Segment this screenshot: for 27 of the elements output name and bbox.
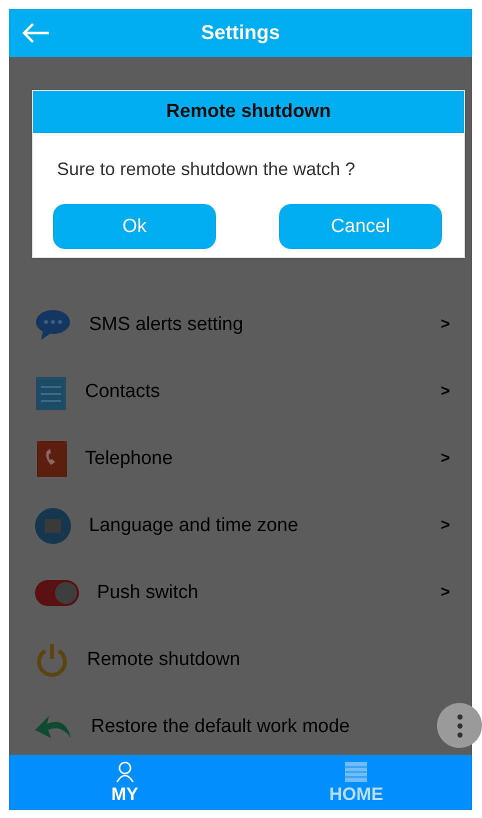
calendar-icon [35,508,71,544]
setting-label[interactable]: Remote shutdown [87,648,240,670]
setting-label[interactable]: Push switch [97,582,198,604]
person-icon [114,760,135,782]
chevron: > [440,516,450,534]
setting-label[interactable]: Contacts [85,380,160,402]
nav-tab[interactable]: HOME [240,755,472,810]
setting-label[interactable]: SMS alerts setting [89,314,244,336]
toggle-icon [35,580,79,606]
ok-button[interactable]: Ok [53,204,216,249]
setting-label[interactable]: Language and time zone [89,514,298,536]
power-icon [35,642,69,678]
more-icon [456,714,462,738]
setting-label[interactable]: Telephone [85,448,173,470]
chevron: > [440,584,450,602]
setting-label[interactable]: Restore the default work mode [91,716,350,738]
dialog-message: Sure to remote shutdown the watch ? [57,159,356,180]
cancel-button[interactable]: Cancel [279,204,442,249]
chevron: > [440,316,450,334]
page-title: Settings [201,22,280,44]
dialog-title: Remote shutdown [166,101,331,123]
chevron: > [440,382,450,400]
chevron: > [440,450,450,468]
grid-icon [344,760,368,782]
nav-tab[interactable]: MY [9,755,240,810]
phone-book-icon [35,440,67,476]
chat-bubble-icon [35,308,71,340]
